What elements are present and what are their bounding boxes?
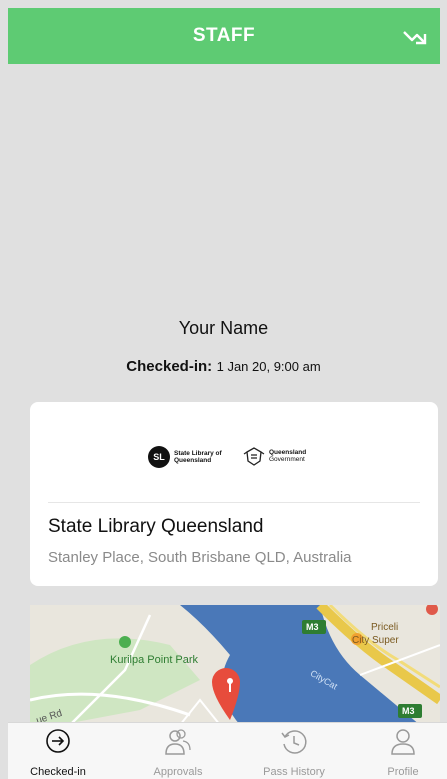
- tab-approvals[interactable]: Approvals: [128, 723, 228, 779]
- checkin-label: Checked-in:: [126, 358, 213, 375]
- location-card[interactable]: SL State Library of Queensland Queenslan…: [30, 402, 438, 586]
- map-canvas: Kurilpa Point Park ue Rd CityCat City Su…: [30, 605, 440, 725]
- tab-label-profile: Profile: [387, 766, 419, 778]
- state-library-logo: SL State Library of Queensland: [148, 446, 222, 468]
- tab-bar: Checked-in Approvals Pass History Profil…: [8, 722, 447, 779]
- qld-logo-text-1: Queensland: [269, 449, 307, 456]
- location-map[interactable]: Kurilpa Point Park ue Rd CityCat City Su…: [30, 605, 440, 725]
- shop-label: City Super: [352, 635, 399, 646]
- m3-badge-2: M3: [402, 706, 415, 716]
- tab-label-approvals: Approvals: [153, 766, 203, 778]
- shop2-label: Priceli: [371, 622, 398, 633]
- qld-government-logo: Queensland Government: [242, 444, 306, 468]
- app-header: STAFF: [8, 8, 440, 64]
- sl-logo-text: State Library of Queensland: [174, 450, 222, 464]
- tab-pass-history[interactable]: Pass History: [244, 723, 344, 779]
- arrow-circle-icon: [46, 729, 70, 753]
- user-name: Your Name: [178, 318, 269, 338]
- qld-logo-text-2: Government: [269, 456, 305, 463]
- tab-checked-in[interactable]: Checked-in: [8, 723, 108, 779]
- logos: SL State Library of Queensland Queenslan…: [30, 444, 438, 474]
- tab-label-checked-in: Checked-in: [30, 766, 86, 778]
- checkin-time: 1 Jan 20, 9:00 am: [216, 359, 321, 374]
- tab-label-pass-history: Pass History: [263, 766, 325, 778]
- place-address: Stanley Place, South Brisbane QLD, Austr…: [48, 549, 352, 566]
- place-name: State Library Queensland: [48, 516, 264, 537]
- checkin-status: Checked-in: 1 Jan 20, 9:00 am: [0, 358, 447, 376]
- history-icon: [281, 730, 307, 754]
- trend-arrow-icon[interactable]: [402, 24, 428, 48]
- m3-badge-1: M3: [306, 622, 319, 632]
- crest-icon: [243, 447, 265, 466]
- card-divider: [48, 502, 420, 503]
- header-title: STAFF: [192, 25, 256, 46]
- users-icon: [165, 729, 191, 755]
- tab-profile[interactable]: Profile: [353, 723, 447, 779]
- sl-logo-mark: SL: [148, 446, 170, 468]
- park-label: Kurilpa Point Park: [110, 654, 199, 666]
- person-icon: [391, 729, 415, 755]
